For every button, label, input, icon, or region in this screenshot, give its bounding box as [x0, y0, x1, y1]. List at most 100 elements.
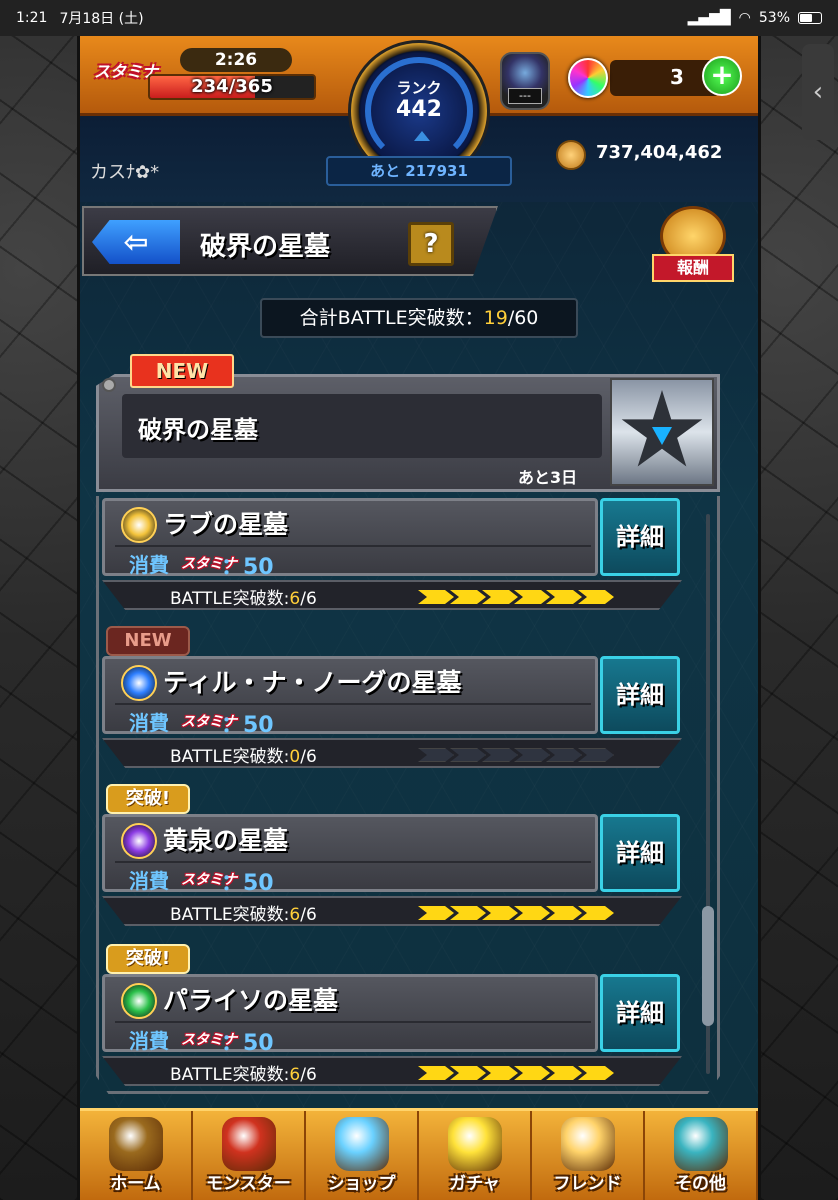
quest-row[interactable]: ティル・ナ・ノーグの星墓 消費 スタミナ ：50 BATTLE突破数:0/6 詳細 — [102, 656, 682, 768]
nav-item[interactable]: ホーム — [80, 1111, 193, 1200]
divider — [115, 1021, 591, 1023]
nav-icon — [447, 1117, 502, 1171]
stamina-value: 234/365 — [191, 76, 273, 97]
nav-item[interactable]: フレンド — [532, 1111, 645, 1200]
progress-chevron — [450, 748, 486, 762]
progress-prefix: BATTLE突破数: — [170, 1065, 290, 1085]
buy-orb-button[interactable]: + — [702, 56, 742, 96]
detail-button[interactable]: 詳細 — [600, 814, 680, 892]
featured-title: 破界の星墓 — [138, 416, 258, 444]
element-icon — [121, 823, 157, 859]
progress-chevrons — [418, 590, 614, 604]
gem-icon — [652, 427, 672, 445]
nav-item[interactable]: ショップ — [306, 1111, 419, 1200]
orb-count: 3 — [670, 65, 684, 89]
nav-label: ホーム — [110, 1174, 161, 1194]
quest-name: ラブの星墓 — [163, 510, 289, 539]
progress-chevron — [546, 748, 582, 762]
bottom-nav: ホーム モンスター ショップ ガチャ フレンド その他 — [80, 1108, 758, 1200]
progress-total: /6 — [300, 1065, 317, 1085]
divider — [115, 861, 591, 863]
back-button[interactable]: ⇦ — [92, 220, 180, 264]
progress-chevron — [482, 590, 518, 604]
progress-chevron — [482, 1066, 518, 1080]
nav-item[interactable]: その他 — [645, 1111, 758, 1200]
element-icon — [121, 507, 157, 543]
total-battle-count: 合計BATTLE突破数：19/60 — [260, 298, 578, 338]
user-name: カスﾅ✿* — [90, 162, 160, 183]
total-prefix: 合計BATTLE突破数： — [299, 307, 484, 329]
battle-progress: BATTLE突破数:6/6 — [170, 1060, 317, 1085]
progress-chevron — [418, 748, 454, 762]
quest-card[interactable]: ティル・ナ・ノーグの星墓 消費 スタミナ ：50 — [102, 656, 598, 738]
cost-value: ：50 — [221, 1031, 274, 1056]
battle-progress: BATTLE突破数:6/6 — [170, 900, 317, 925]
device-icon[interactable]: --- — [500, 52, 550, 110]
detail-button[interactable]: 詳細 — [600, 498, 680, 576]
progress-chevron — [514, 748, 550, 762]
side-panel-handle[interactable]: ‹ — [802, 44, 834, 140]
progress-chevron — [418, 1066, 454, 1080]
bolt-icon — [102, 378, 116, 392]
progress-chevron — [578, 1066, 614, 1080]
page-title: 破界の星墓 — [200, 232, 331, 262]
quest-name: ティル・ナ・ノーグの星墓 — [163, 668, 462, 697]
orb-icon — [568, 58, 608, 98]
nav-item[interactable]: モンスター — [193, 1111, 306, 1200]
reward-label: 報酬 — [652, 254, 734, 282]
featured-remaining: あと3日 — [518, 468, 578, 487]
game-screen: スタミナ 2:26 234/365 ランク 442 あと 217931 --- … — [80, 36, 758, 1200]
progress-total: /6 — [300, 589, 317, 609]
battery-icon — [798, 12, 822, 24]
signal-icon: ▂▄▆█ — [687, 10, 731, 26]
element-icon — [121, 665, 157, 701]
progress-value: 6 — [289, 905, 301, 925]
nav-icon — [334, 1117, 389, 1171]
quest-card[interactable]: 黄泉の星墓 消費 スタミナ ：50 — [102, 814, 598, 896]
scrollbar-thumb[interactable] — [702, 906, 714, 1026]
cost-value: ：50 — [221, 555, 274, 580]
nav-icon — [560, 1117, 615, 1171]
divider — [115, 545, 591, 547]
progress-chevron — [450, 590, 486, 604]
nav-label: モンスター — [206, 1174, 291, 1194]
total-current: 19 — [483, 307, 508, 329]
quest-row[interactable]: ラブの星墓 消費 スタミナ ：50 BATTLE突破数:6/6 詳細 — [102, 498, 682, 610]
detail-button[interactable]: 詳細 — [600, 974, 680, 1052]
progress-chevron — [514, 1066, 550, 1080]
progress-prefix: BATTLE突破数: — [170, 747, 290, 767]
rank-label: ランク — [396, 79, 442, 97]
date: 7月18日 (土) — [59, 11, 144, 27]
cleared-badge: 突破! — [106, 944, 190, 974]
background-rock-right — [758, 36, 838, 1200]
cost-value: ：50 — [221, 871, 274, 896]
cleared-badge: 突破! — [106, 784, 190, 814]
progress-prefix: BATTLE突破数: — [170, 589, 290, 609]
nav-item[interactable]: ガチャ — [419, 1111, 532, 1200]
progress-chevron — [482, 906, 518, 920]
quest-card[interactable]: パライソの星墓 消費 スタミナ ：50 — [102, 974, 598, 1056]
stamina-bar: 234/365 — [148, 74, 316, 100]
wifi-icon: ◠ — [738, 10, 751, 26]
battle-progress: BATTLE突破数:0/6 — [170, 742, 317, 767]
quest-row[interactable]: パライソの星墓 消費 スタミナ ：50 BATTLE突破数:6/6 詳細 — [102, 974, 682, 1086]
progress-total: /6 — [300, 747, 317, 767]
nav-label: フレンド — [553, 1174, 622, 1194]
clock: 1:21 — [16, 10, 48, 26]
help-button[interactable]: ? — [408, 222, 454, 266]
reward-button[interactable]: 報酬 — [652, 206, 736, 290]
progress-value: 6 — [289, 1065, 301, 1085]
quest-card[interactable]: ラブの星墓 消費 スタミナ ：50 — [102, 498, 598, 580]
detail-button[interactable]: 詳細 — [600, 656, 680, 734]
total-suffix: /60 — [507, 307, 539, 329]
progress-chevron — [450, 906, 486, 920]
quest-name: パライソの星墓 — [163, 986, 339, 1015]
element-icon — [121, 983, 157, 1019]
quest-row[interactable]: 黄泉の星墓 消費 スタミナ ：50 BATTLE突破数:6/6 詳細 — [102, 814, 682, 926]
progress-total: /6 — [300, 905, 317, 925]
nav-icon — [221, 1117, 276, 1171]
progress-chevron — [546, 590, 582, 604]
progress-chevron — [482, 748, 518, 762]
progress-value: 6 — [289, 589, 301, 609]
progress-chevron — [514, 590, 550, 604]
